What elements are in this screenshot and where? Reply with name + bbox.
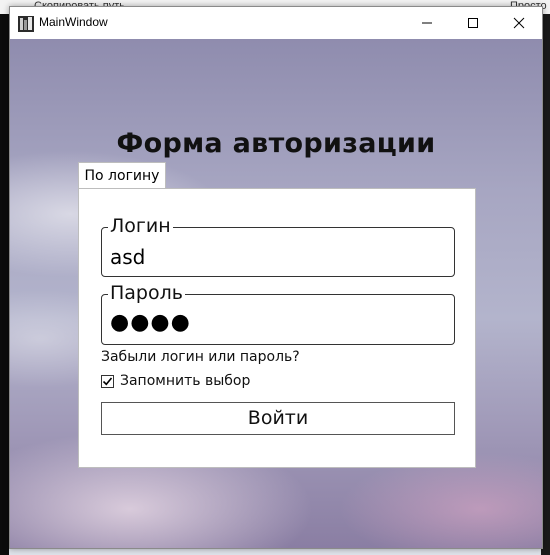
title-bar[interactable]: MainWindow [10,7,542,39]
login-field-label: Логин [108,215,173,237]
maximize-icon [468,18,478,28]
remember-choice-checkbox[interactable]: Запомнить выбор [101,373,250,389]
check-icon [102,376,113,385]
remember-choice-label: Запомнить выбор [120,373,251,389]
page-title: Форма авторизации [116,128,436,159]
login-form-panel: Логин asd Пароль ●●●● Забыли логин или п… [78,188,476,468]
background-terminal [0,14,9,555]
password-field-group: Пароль ●●●● [101,282,455,345]
password-field-label: Пароль [108,282,185,304]
minimize-button[interactable] [404,7,450,39]
forgot-credentials-link[interactable]: Забыли логин или пароль? [101,349,300,365]
checkbox-box[interactable] [101,374,114,388]
tab-by-login[interactable]: По логину [78,162,166,189]
password-input[interactable]: ●●●● [110,310,191,335]
login-button[interactable]: Войти [101,402,455,435]
window-title: MainWindow [39,15,108,29]
close-button[interactable] [496,7,542,39]
maximize-button[interactable] [450,7,496,39]
close-icon [513,17,525,29]
minimize-icon [422,22,432,24]
main-window: MainWindow Форма авторизации По логину Л… [9,6,543,549]
login-input[interactable]: asd [110,245,145,269]
login-field-group: Логин asd [101,215,455,277]
window-client-area: Форма авторизации По логину Логин asd Па… [10,39,542,548]
app-icon [18,16,34,32]
